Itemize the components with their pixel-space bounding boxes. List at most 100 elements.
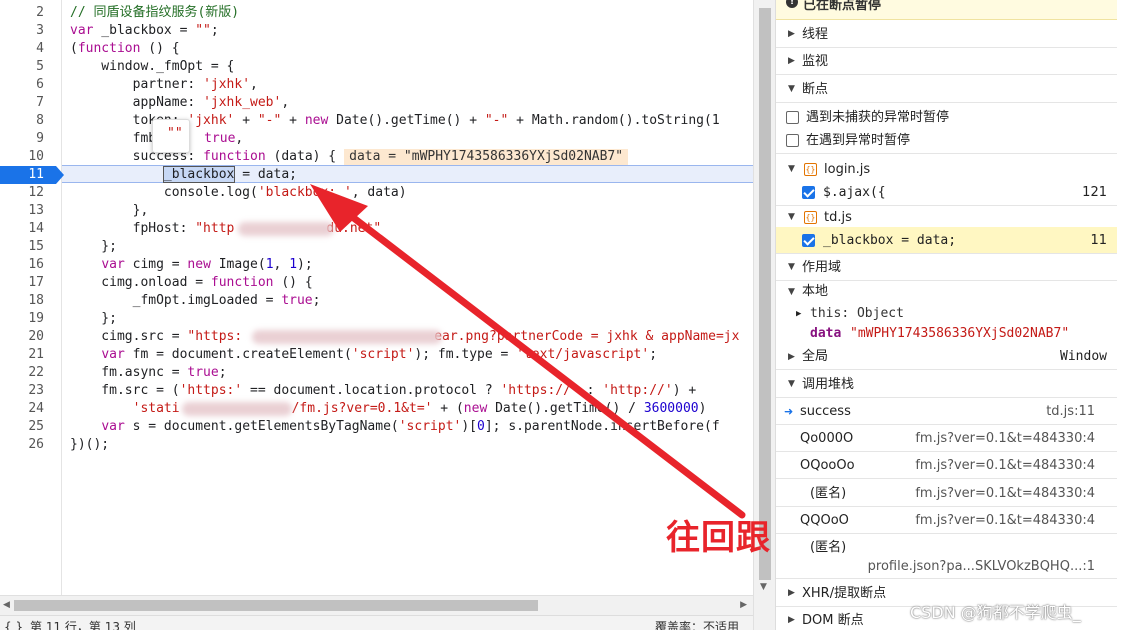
code-token: fm = document.createElement(: [124, 347, 352, 362]
code-line[interactable]: // 同盾设备指纹服务(新版): [70, 4, 239, 22]
call-frame[interactable]: Qo000O fm.js?ver=0.1&t=484330:4: [776, 425, 1117, 452]
code-line[interactable]: var fm = document.createElement('script'…: [70, 346, 657, 364]
code-line[interactable]: (function () {: [70, 40, 180, 58]
line-number[interactable]: 16: [0, 256, 44, 274]
line-number[interactable]: 17: [0, 274, 44, 292]
expand-arrow-icon[interactable]: ▶: [788, 344, 795, 370]
line-number[interactable]: 26: [0, 436, 44, 454]
section-scope[interactable]: ▼ 作用域: [776, 254, 1117, 281]
code-line[interactable]: cimg.onload = function () {: [70, 274, 312, 292]
call-frame[interactable]: OQooOo fm.js?ver=0.1&t=484330:4: [776, 452, 1117, 479]
code-line[interactable]: appName: 'jxhk_web',: [70, 94, 290, 112]
line-number[interactable]: 7: [0, 94, 44, 112]
code-line[interactable]: },: [70, 202, 149, 220]
hovered-variable[interactable]: _blackbox: [162, 166, 236, 183]
line-number[interactable]: 6: [0, 76, 44, 94]
scroll-right-icon[interactable]: ▶: [740, 600, 747, 611]
code-line[interactable]: var cimg = new Image(1, 1);: [70, 256, 312, 274]
section-call-stack[interactable]: ▼ 调用堆栈: [776, 371, 1117, 398]
code-line[interactable]: })();: [70, 436, 109, 454]
frame-location[interactable]: fm.js?ver=0.1&t=484330:4: [915, 480, 1095, 507]
frame-location[interactable]: fm.js?ver=0.1&t=484330:4: [915, 452, 1095, 479]
scope-variable-this[interactable]: ▶ this: Object: [776, 304, 1117, 324]
line-number[interactable]: 20: [0, 328, 44, 346]
code-line[interactable]: partner: 'jxhk',: [70, 76, 258, 94]
expand-arrow-icon[interactable]: ▶: [788, 580, 795, 607]
line-number[interactable]: 12: [0, 184, 44, 202]
code-editor[interactable]: 2 3 4 5 6 7 8 9 10 11 12 13 14 15 16 17 …: [0, 0, 753, 595]
scope-local[interactable]: ▼ 本地: [776, 281, 1117, 303]
expand-arrow-icon[interactable]: ▶: [796, 304, 801, 324]
line-number[interactable]: 14: [0, 220, 44, 238]
pause-caught-checkbox[interactable]: [786, 134, 799, 147]
collapse-arrow-icon[interactable]: ▼: [788, 254, 795, 281]
code-token: :: [578, 383, 603, 398]
line-number[interactable]: 15: [0, 238, 44, 256]
code-line[interactable]: window._fmOpt = {: [70, 58, 234, 76]
scroll-down-icon[interactable]: ▼: [760, 582, 767, 592]
code-line[interactable]: fm.async = true;: [70, 364, 226, 382]
expand-arrow-icon[interactable]: ▶: [788, 607, 795, 630]
expand-arrow-icon[interactable]: ▶: [788, 21, 795, 48]
frame-location[interactable]: td.js:11: [1046, 398, 1095, 425]
call-frame[interactable]: (匿名) fm.js?ver=0.1&t=484330:4: [776, 480, 1117, 507]
line-number[interactable]: 22: [0, 364, 44, 382]
code-line[interactable]: var s = document.getElementsByTagName('s…: [70, 418, 719, 436]
breakpoint-entry-active[interactable]: _blackbox = data; 11: [776, 227, 1117, 254]
call-frame[interactable]: QQOoO fm.js?ver=0.1&t=484330:4: [776, 507, 1117, 534]
scrollbar-thumb[interactable]: [14, 600, 538, 611]
scrollbar-thumb[interactable]: [759, 8, 771, 580]
frame-location[interactable]: profile.json?pa...SKLVOkzBQHQ...:1: [868, 553, 1095, 580]
horizontal-scrollbar[interactable]: ◀ ▶: [0, 595, 753, 615]
scope-variable-data[interactable]: data "mWPHY1743586336YXjSd02NAB7": [776, 324, 1117, 344]
line-number[interactable]: 10: [0, 148, 44, 166]
code-token: true: [281, 293, 313, 308]
frame-location[interactable]: fm.js?ver=0.1&t=484330:4: [915, 507, 1095, 534]
line-number[interactable]: 23: [0, 382, 44, 400]
code-line[interactable]: _fmOpt.imgLoaded = true;: [70, 292, 321, 310]
section-breakpoints[interactable]: ▼ 断点: [776, 76, 1117, 103]
collapse-arrow-icon[interactable]: ▼: [788, 371, 795, 398]
call-frame[interactable]: (匿名) profile.json?pa...SKLVOkzBQHQ...:1: [776, 534, 1117, 579]
line-number[interactable]: 21: [0, 346, 44, 364]
breakpoint-checkbox[interactable]: [802, 186, 815, 199]
collapse-arrow-icon[interactable]: ▼: [788, 281, 795, 303]
code-token: ); fm.type =: [414, 347, 517, 362]
code-line[interactable]: };: [70, 238, 117, 256]
pause-uncaught-checkbox[interactable]: [786, 111, 799, 124]
pause-caught-option[interactable]: 在遇到异常时暂停: [776, 127, 1117, 154]
frame-location[interactable]: fm.js?ver=0.1&t=484330:4: [915, 425, 1095, 452]
line-number[interactable]: 19: [0, 310, 44, 328]
section-watch[interactable]: ▶ 监视: [776, 48, 1117, 75]
section-threads[interactable]: ▶ 线程: [776, 21, 1117, 48]
code-line[interactable]: 'stati/fm.js?ver=0.1&t=' + (new Date().g…: [70, 400, 707, 418]
code-line[interactable]: fpHost: "http du.net": [70, 220, 382, 238]
line-number[interactable]: 25: [0, 418, 44, 436]
collapse-arrow-icon[interactable]: ▼: [788, 76, 795, 103]
line-number[interactable]: 9: [0, 130, 44, 148]
line-number[interactable]: 8: [0, 112, 44, 130]
breakpoint-entry[interactable]: $.ajax({ 121: [776, 179, 1117, 206]
line-number[interactable]: 3: [0, 22, 44, 40]
code-line[interactable]: var _blackbox = "";: [70, 22, 219, 40]
code-line[interactable]: fm.src = ('https:' == document.location.…: [70, 382, 696, 400]
line-number[interactable]: 2: [0, 4, 44, 22]
call-frame-active[interactable]: ➜ success td.js:11: [776, 398, 1117, 425]
pretty-print-icon[interactable]: { }: [4, 620, 23, 630]
code-line[interactable]: console.log('blackbox: ', data): [70, 184, 407, 202]
code-line[interactable]: };: [70, 310, 117, 328]
line-number[interactable]: 24: [0, 400, 44, 418]
scope-global[interactable]: ▶ 全局 Window: [776, 344, 1117, 370]
breakpoint-checkbox[interactable]: [802, 234, 815, 247]
line-number[interactable]: 5: [0, 58, 44, 76]
section-label: DOM 断点: [802, 613, 864, 628]
line-number[interactable]: 13: [0, 202, 44, 220]
code-token: Date().getTime() /: [487, 401, 644, 416]
line-number-gutter[interactable]: 2 3 4 5 6 7 8 9 10 11 12 13 14 15 16 17 …: [0, 0, 64, 595]
scroll-left-icon[interactable]: ◀: [3, 600, 10, 611]
line-number[interactable]: 18: [0, 292, 44, 310]
line-number[interactable]: 4: [0, 40, 44, 58]
breakpoint-line-number[interactable]: 11: [0, 166, 56, 184]
expand-arrow-icon[interactable]: ▶: [788, 48, 795, 75]
current-code-line[interactable]: _blackbox = data;: [70, 166, 297, 184]
